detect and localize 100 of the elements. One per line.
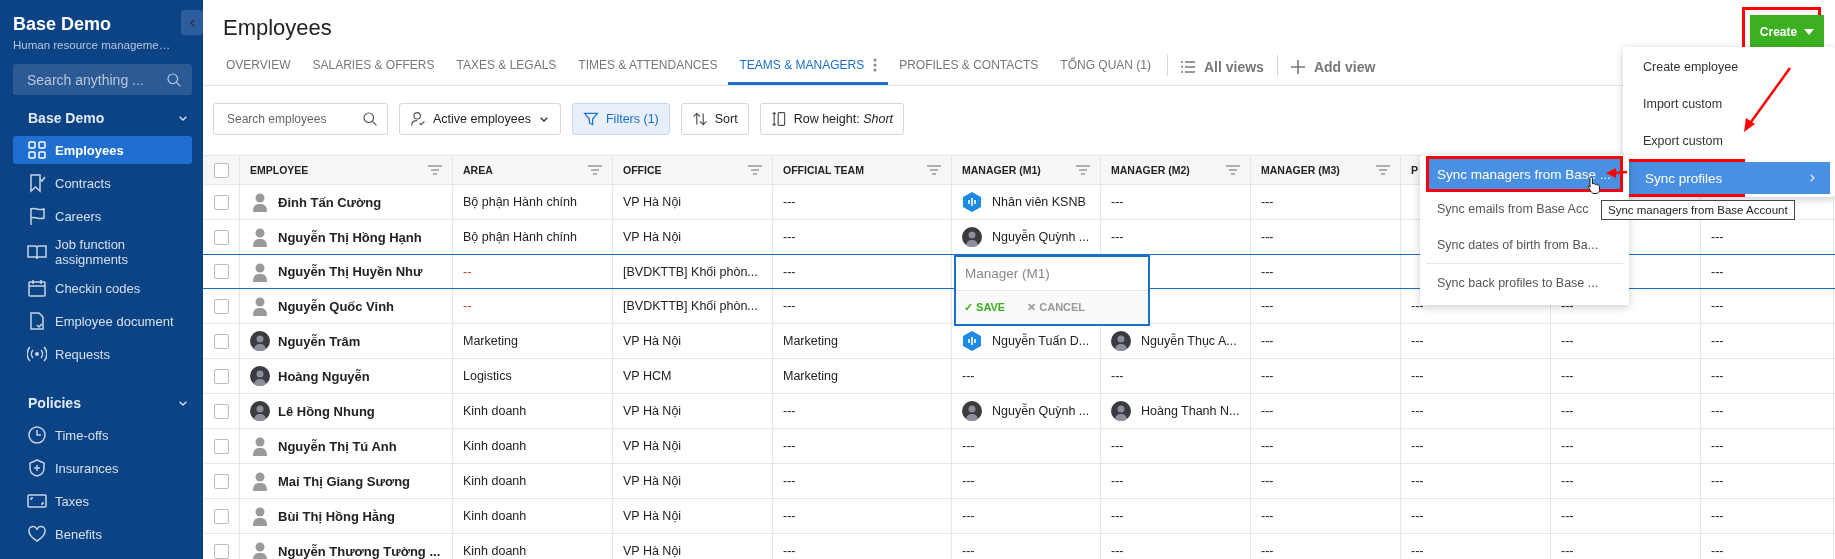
table-cell: --- bbox=[1111, 474, 1124, 488]
table-cell: VP Hà Nội bbox=[623, 544, 682, 558]
column-header[interactable]: MANAGER (M2) bbox=[1111, 164, 1190, 176]
manager-field[interactable]: Manager (M1) bbox=[956, 257, 1148, 291]
table-cell: --- bbox=[1261, 230, 1274, 244]
checkbox[interactable] bbox=[213, 543, 229, 559]
plus-icon bbox=[1290, 59, 1305, 74]
sidebar-item[interactable]: Employee document bbox=[13, 307, 192, 335]
tab[interactable]: TIMES & ATTENDANCES bbox=[567, 48, 729, 85]
checkbox[interactable] bbox=[213, 333, 229, 349]
tab[interactable]: PROFILES & CONTACTS bbox=[888, 48, 1050, 85]
sidebar-item[interactable]: Benefits bbox=[13, 520, 192, 548]
sidebar-item[interactable]: Insurances bbox=[13, 454, 192, 482]
checkbox[interactable] bbox=[213, 473, 229, 489]
sidebar-item[interactable]: Employees bbox=[13, 136, 192, 164]
table-cell: --- bbox=[962, 369, 975, 383]
checkbox[interactable] bbox=[213, 264, 229, 279]
search-icon bbox=[362, 111, 378, 127]
column-header[interactable]: MANAGER (M3) bbox=[1261, 164, 1340, 176]
table-cell: --- bbox=[1111, 195, 1124, 209]
table-cell: Marketing bbox=[783, 334, 838, 348]
checkbox[interactable] bbox=[213, 162, 229, 178]
column-header[interactable]: EMPLOYEE bbox=[250, 164, 309, 176]
sidebar-item[interactable]: Contracts bbox=[13, 169, 192, 197]
avatar-icon bbox=[250, 366, 270, 386]
sidebar-item[interactable]: Checkin codes bbox=[13, 274, 192, 302]
checkbox[interactable] bbox=[213, 368, 229, 384]
column-header[interactable]: OFFICE bbox=[623, 164, 662, 176]
column-header[interactable]: AREA bbox=[463, 164, 493, 176]
table-cell: --- bbox=[962, 509, 975, 523]
person-silhouette-icon bbox=[250, 296, 270, 316]
tab[interactable]: TAXES & LEGALS bbox=[445, 48, 568, 85]
table-cell: Kinh doanh bbox=[463, 439, 527, 453]
sidebar-item[interactable]: Requests bbox=[13, 340, 192, 368]
table-cell: --- bbox=[1561, 369, 1574, 383]
row-height-button[interactable]: Row height: Short bbox=[759, 103, 905, 135]
checkbox[interactable] bbox=[213, 508, 229, 524]
checkbox[interactable] bbox=[213, 229, 229, 245]
person-silhouette-icon bbox=[250, 541, 270, 559]
search-field[interactable]: Search anything ... bbox=[13, 64, 192, 95]
avatar-icon bbox=[250, 331, 270, 351]
tab[interactable]: OVERVIEW bbox=[215, 48, 302, 85]
tooltip: Sync managers from Base Account bbox=[1601, 200, 1795, 220]
table-cell: VP Hà Nội bbox=[623, 439, 682, 453]
table-cell: --- bbox=[1111, 369, 1124, 383]
menu-item[interactable]: Export custom bbox=[1626, 125, 1832, 157]
search-input[interactable]: Search anything ... bbox=[25, 70, 166, 89]
all-views-link[interactable]: All views bbox=[1173, 48, 1272, 85]
tab[interactable]: SALARIES & OFFERS bbox=[301, 48, 446, 85]
tab[interactable]: TEAMS & MANAGERS bbox=[728, 48, 889, 85]
person-silhouette-icon bbox=[250, 506, 270, 526]
tab[interactable]: TỔNG QUAN (1) bbox=[1049, 48, 1162, 85]
table-cell: --- bbox=[1261, 509, 1274, 523]
sidebar-item[interactable]: Job function assignments bbox=[13, 235, 192, 269]
table-cell: [BVDKTTB] Khối phòn... bbox=[623, 299, 758, 313]
table-cell: --- bbox=[1111, 439, 1124, 453]
checkbox[interactable] bbox=[213, 298, 229, 314]
filters-button[interactable]: Filters (1) bbox=[571, 103, 670, 135]
menu-item[interactable]: Create employee bbox=[1626, 51, 1832, 83]
table-cell: --- bbox=[1561, 544, 1574, 558]
add-view-link[interactable]: Add view bbox=[1282, 48, 1384, 85]
table-cell: --- bbox=[783, 264, 796, 279]
page-title: Employees bbox=[223, 15, 332, 41]
column-header[interactable]: P bbox=[1411, 164, 1418, 176]
heart-icon bbox=[27, 524, 47, 544]
status-dropdown[interactable]: Active employees bbox=[399, 103, 561, 135]
sort-button[interactable]: Sort bbox=[680, 103, 749, 135]
checkbox[interactable] bbox=[213, 194, 229, 210]
menu-item[interactable]: Sync dates of birth from Ba... bbox=[1429, 228, 1620, 261]
caret-icon bbox=[1804, 28, 1815, 35]
table-cell: VP HCM bbox=[623, 369, 672, 383]
collapse-button[interactable] bbox=[181, 10, 203, 35]
checkbox[interactable] bbox=[213, 438, 229, 454]
document-icon bbox=[27, 311, 47, 331]
person-silhouette-icon bbox=[250, 471, 270, 491]
checkbox[interactable] bbox=[213, 403, 229, 419]
table-cell: --- bbox=[1261, 544, 1274, 558]
employee-name: Nguyễn Thị Tú Anh bbox=[278, 438, 397, 454]
app-subtitle: Human resource manageme… bbox=[13, 39, 171, 51]
sidebar-item[interactable]: Time-offs bbox=[13, 421, 192, 449]
menu-item[interactable]: Sync back profiles to Base ... bbox=[1429, 266, 1620, 299]
table-cell: --- bbox=[1411, 544, 1424, 558]
section-header[interactable]: Policies bbox=[13, 390, 192, 416]
search-icon bbox=[166, 71, 182, 88]
column-header[interactable]: MANAGER (M1) bbox=[962, 164, 1041, 176]
column-header[interactable]: OFFICIAL TEAM bbox=[783, 164, 864, 176]
table-cell: --- bbox=[1561, 439, 1574, 453]
search-field[interactable]: Search employees bbox=[213, 103, 388, 135]
sidebar-item[interactable]: Taxes bbox=[13, 487, 192, 515]
section-header[interactable]: Base Demo bbox=[13, 105, 192, 131]
calendar-icon bbox=[27, 278, 47, 298]
table-cell: --- bbox=[783, 544, 796, 558]
table-cell: --- bbox=[1411, 474, 1424, 488]
table-cell: --- bbox=[783, 439, 796, 453]
manager-input[interactable]: Manager (M1) bbox=[956, 264, 1148, 283]
table-cell: --- bbox=[1711, 299, 1724, 313]
table-cell: --- bbox=[1711, 509, 1724, 523]
menu-item[interactable]: Import custom bbox=[1626, 88, 1832, 120]
table-cell: --- bbox=[1111, 509, 1124, 523]
sidebar-item[interactable]: Careers bbox=[13, 202, 192, 230]
